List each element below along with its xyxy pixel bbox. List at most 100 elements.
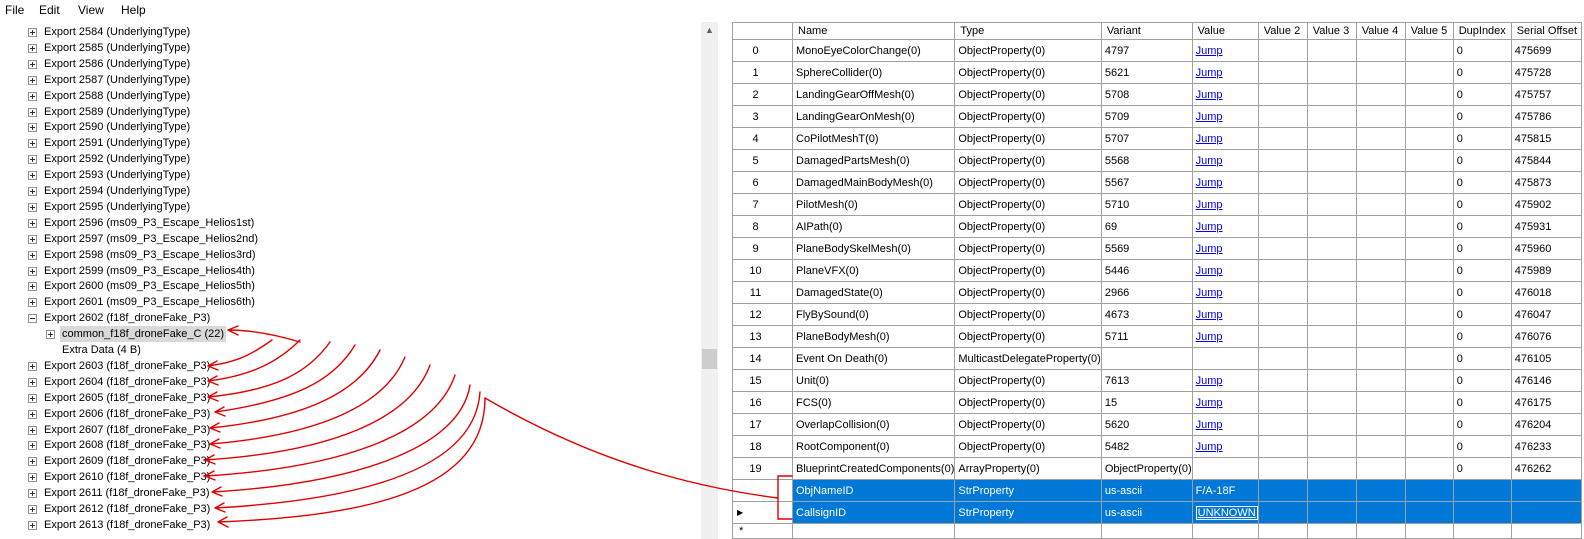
cell-empty[interactable] bbox=[1355, 259, 1406, 282]
cell-value[interactable]: Jump bbox=[1191, 39, 1259, 62]
column-header[interactable]: Value 3 bbox=[1306, 22, 1357, 40]
expand-plus-icon[interactable] bbox=[28, 75, 37, 85]
cell-type[interactable]: ObjectProperty(0) bbox=[954, 435, 1102, 458]
cell-empty[interactable] bbox=[1100, 523, 1193, 539]
cell-dup[interactable]: 0 bbox=[1452, 127, 1512, 150]
expand-plus-icon[interactable] bbox=[28, 155, 37, 165]
cell-empty[interactable] bbox=[1306, 127, 1357, 150]
cell-dup[interactable]: 0 bbox=[1452, 39, 1512, 62]
cell-value[interactable]: Jump bbox=[1191, 435, 1259, 458]
cell-empty[interactable] bbox=[1257, 479, 1308, 502]
cell-offset[interactable]: 476047 bbox=[1510, 303, 1582, 326]
cell-name[interactable]: LandingGearOffMesh(0) bbox=[791, 83, 956, 106]
cell-offset[interactable]: 475844 bbox=[1510, 149, 1582, 172]
cell-empty[interactable] bbox=[1257, 435, 1308, 458]
cell-offset[interactable]: 476175 bbox=[1510, 391, 1582, 414]
cell-variant[interactable]: 7613 bbox=[1100, 369, 1193, 392]
cell-variant[interactable]: 5708 bbox=[1100, 83, 1193, 106]
cell-type[interactable]: ObjectProperty(0) bbox=[954, 391, 1102, 414]
cell-empty[interactable] bbox=[1306, 281, 1357, 304]
cell-offset[interactable]: 475960 bbox=[1510, 237, 1582, 260]
cell-empty[interactable] bbox=[1404, 501, 1454, 524]
cell-empty[interactable] bbox=[1355, 105, 1406, 128]
cell-name[interactable]: OverlapCollision(0) bbox=[791, 413, 956, 436]
cell-empty[interactable] bbox=[1306, 303, 1357, 326]
table-row[interactable]: 1 SphereCollider(0) ObjectProperty(0) 5621 J… bbox=[732, 61, 1582, 84]
table-row[interactable]: 18 RootComponent(0) ObjectProperty(0) 5482 J… bbox=[732, 435, 1582, 458]
cell-variant[interactable]: 2966 bbox=[1100, 281, 1193, 304]
table-row[interactable]: 7 PilotMesh(0) ObjectProperty(0) 5710 Jump 0 4… bbox=[732, 193, 1582, 216]
cell-empty[interactable] bbox=[954, 523, 1102, 539]
cell-empty[interactable] bbox=[1355, 413, 1406, 436]
cell-offset[interactable]: 476105 bbox=[1510, 347, 1582, 370]
cell-empty[interactable] bbox=[1257, 391, 1308, 414]
cell-type[interactable]: StrProperty bbox=[954, 479, 1102, 502]
table-row[interactable]: 15 Unit(0) ObjectProperty(0) 7613 Jump 0 47614… bbox=[732, 369, 1582, 392]
cell-empty[interactable] bbox=[1306, 347, 1357, 370]
row-header[interactable]: 7 bbox=[732, 193, 793, 216]
cell-empty[interactable] bbox=[1257, 347, 1308, 370]
expand-plus-icon[interactable] bbox=[28, 282, 37, 292]
expand-plus-icon[interactable] bbox=[28, 250, 37, 260]
cell-value[interactable]: Jump bbox=[1191, 83, 1259, 106]
cell-empty[interactable] bbox=[1257, 215, 1308, 238]
row-header[interactable]: 10 bbox=[732, 259, 793, 282]
cell-empty[interactable] bbox=[1306, 61, 1357, 84]
cell-empty[interactable] bbox=[1257, 523, 1308, 539]
cell-dup[interactable]: 0 bbox=[1452, 369, 1512, 392]
cell-empty[interactable] bbox=[1404, 413, 1454, 436]
cell-empty[interactable] bbox=[1355, 61, 1406, 84]
table-row[interactable]: 4 CoPilotMeshT(0) ObjectProperty(0) 5707 Jum… bbox=[732, 127, 1582, 150]
cell-empty[interactable] bbox=[1306, 325, 1357, 348]
row-header[interactable]: 3 bbox=[732, 105, 793, 128]
cell-empty[interactable] bbox=[1355, 171, 1406, 194]
cell-empty[interactable] bbox=[1355, 193, 1406, 216]
cell-offset[interactable]: 476076 bbox=[1510, 325, 1582, 348]
cell-offset[interactable]: 475815 bbox=[1510, 127, 1582, 150]
cell-name[interactable]: PlaneBodySkelMesh(0) bbox=[791, 237, 956, 260]
cell-empty[interactable] bbox=[1355, 369, 1406, 392]
cell-empty[interactable] bbox=[1510, 523, 1582, 539]
cell-value[interactable]: UNKNOWN bbox=[1191, 501, 1259, 524]
cell-empty[interactable] bbox=[1404, 193, 1454, 216]
cell-value[interactable]: Jump bbox=[1191, 105, 1259, 128]
cell-empty[interactable] bbox=[1404, 149, 1454, 172]
cell-value[interactable]: Jump bbox=[1191, 391, 1259, 414]
cell-empty[interactable] bbox=[1257, 171, 1308, 194]
cell-empty[interactable] bbox=[1257, 369, 1308, 392]
cell-empty[interactable] bbox=[1404, 479, 1454, 502]
cell-variant[interactable]: 5446 bbox=[1100, 259, 1193, 282]
cell-empty[interactable] bbox=[1257, 413, 1308, 436]
cell-type[interactable]: ObjectProperty(0) bbox=[954, 281, 1102, 304]
cell-variant[interactable]: us-ascii bbox=[1100, 479, 1193, 502]
cell-name[interactable]: CallsignID bbox=[791, 501, 956, 524]
cell-name[interactable]: CoPilotMeshT(0) bbox=[791, 127, 956, 150]
cell-variant[interactable]: 5568 bbox=[1100, 149, 1193, 172]
cell-empty[interactable] bbox=[1306, 479, 1357, 502]
cell-empty[interactable] bbox=[1306, 391, 1357, 414]
column-header[interactable]: Value 5 bbox=[1404, 22, 1454, 40]
cell-empty[interactable] bbox=[1306, 523, 1357, 539]
cell-empty[interactable] bbox=[1257, 105, 1308, 128]
column-header-corner[interactable] bbox=[732, 22, 793, 40]
cell-name[interactable]: FlyBySound(0) bbox=[791, 303, 956, 326]
cell-variant[interactable]: 5620 bbox=[1100, 413, 1193, 436]
cell-dup[interactable]: 0 bbox=[1452, 193, 1512, 216]
column-header[interactable]: Variant bbox=[1100, 22, 1193, 40]
row-header[interactable]: 19 bbox=[732, 457, 793, 480]
cell-empty[interactable] bbox=[1404, 369, 1454, 392]
row-header[interactable]: 12 bbox=[732, 303, 793, 326]
cell-empty[interactable] bbox=[1404, 523, 1454, 539]
cell-type[interactable]: ObjectProperty(0) bbox=[954, 325, 1102, 348]
cell-value[interactable] bbox=[1191, 347, 1259, 370]
table-row[interactable]: 8 AIPath(0) ObjectProperty(0) 69 Jump 0 475931 bbox=[732, 215, 1582, 238]
row-header[interactable]: ▶ bbox=[732, 501, 793, 524]
scroll-thumb[interactable] bbox=[702, 349, 717, 369]
cell-type[interactable]: ObjectProperty(0) bbox=[954, 127, 1102, 150]
row-header[interactable]: 4 bbox=[732, 127, 793, 150]
cell-offset[interactable]: 476233 bbox=[1510, 435, 1582, 458]
cell-type[interactable]: ObjectProperty(0) bbox=[954, 61, 1102, 84]
cell-dup[interactable]: 0 bbox=[1452, 149, 1512, 172]
cell-empty[interactable] bbox=[1404, 347, 1454, 370]
menu-file[interactable]: File bbox=[5, 3, 24, 17]
